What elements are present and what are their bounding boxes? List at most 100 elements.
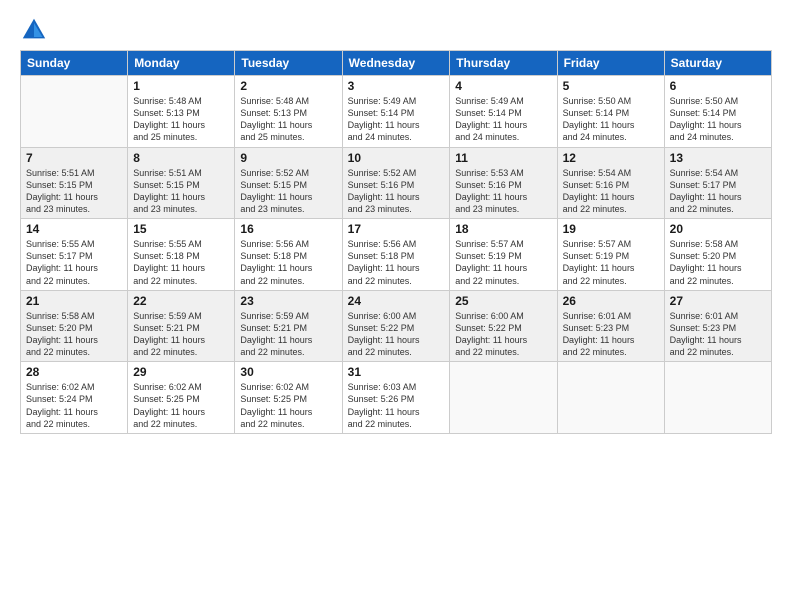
calendar-cell: 16 Sunrise: 5:56 AM Sunset: 5:18 PM Dayli… (235, 219, 342, 291)
calendar-cell: 1 Sunrise: 5:48 AM Sunset: 5:13 PM Daylig… (128, 76, 235, 148)
cell-content: Sunrise: 5:52 AM Sunset: 5:16 PM Dayligh… (348, 167, 445, 216)
day-number: 21 (26, 294, 122, 308)
calendar-cell: 29 Sunrise: 6:02 AM Sunset: 5:25 PM Dayli… (128, 362, 235, 434)
calendar-cell (664, 362, 771, 434)
cell-content: Sunrise: 5:48 AM Sunset: 5:13 PM Dayligh… (133, 95, 229, 144)
day-number: 9 (240, 151, 336, 165)
day-number: 15 (133, 222, 229, 236)
cell-content: Sunrise: 5:54 AM Sunset: 5:16 PM Dayligh… (563, 167, 659, 216)
header (20, 16, 772, 44)
cell-content: Sunrise: 6:00 AM Sunset: 5:22 PM Dayligh… (455, 310, 551, 359)
cell-content: Sunrise: 6:01 AM Sunset: 5:23 PM Dayligh… (563, 310, 659, 359)
calendar-cell: 22Sunrise: 5:59 AM Sunset: 5:21 PM Dayli… (128, 290, 235, 362)
calendar-cell: 6Sunrise: 5:50 AM Sunset: 5:14 PM Daylig… (664, 76, 771, 148)
day-number: 8 (133, 151, 229, 165)
calendar-cell: 18Sunrise: 5:57 AM Sunset: 5:19 PM Dayli… (450, 219, 557, 291)
day-number: 10 (348, 151, 445, 165)
logo (20, 16, 50, 44)
cell-content: Sunrise: 5:51 AM Sunset: 5:15 PM Dayligh… (26, 167, 122, 216)
calendar-cell: 14 Sunrise: 5:55 AM Sunset: 5:17 PM Dayli… (21, 219, 128, 291)
day-number: 3 (348, 79, 445, 93)
calendar-cell: 20Sunrise: 5:58 AM Sunset: 5:20 PM Dayli… (664, 219, 771, 291)
cell-content: Sunrise: 5:51 AM Sunset: 5:15 PM Dayligh… (133, 167, 229, 216)
calendar-cell: 15 Sunrise: 5:55 AM Sunset: 5:18 PM Dayli… (128, 219, 235, 291)
cell-content: Sunrise: 5:50 AM Sunset: 5:14 PM Dayligh… (563, 95, 659, 144)
weekday-header-wednesday: Wednesday (342, 51, 450, 76)
day-number: 1 (133, 79, 229, 93)
weekday-header-friday: Friday (557, 51, 664, 76)
day-number: 4 (455, 79, 551, 93)
weekday-header-sunday: Sunday (21, 51, 128, 76)
cell-content: Sunrise: 6:02 AM Sunset: 5:25 PM Dayligh… (240, 381, 336, 430)
calendar-cell: 24 Sunrise: 6:00 AM Sunset: 5:22 PM Dayli… (342, 290, 450, 362)
calendar-cell: 28 Sunrise: 6:02 AM Sunset: 5:24 PM Dayli… (21, 362, 128, 434)
cell-content: Sunrise: 6:00 AM Sunset: 5:22 PM Dayligh… (348, 310, 445, 359)
calendar-cell: 30 Sunrise: 6:02 AM Sunset: 5:25 PM Dayli… (235, 362, 342, 434)
day-number: 26 (563, 294, 659, 308)
calendar-page: SundayMondayTuesdayWednesdayThursdayFrid… (0, 0, 792, 612)
day-number: 24 (348, 294, 445, 308)
day-number: 25 (455, 294, 551, 308)
calendar-week-row: 1 Sunrise: 5:48 AM Sunset: 5:13 PM Daylig… (21, 76, 772, 148)
day-number: 29 (133, 365, 229, 379)
cell-content: Sunrise: 5:54 AM Sunset: 5:17 PM Dayligh… (670, 167, 766, 216)
cell-content: Sunrise: 5:55 AM Sunset: 5:17 PM Dayligh… (26, 238, 122, 287)
cell-content: Sunrise: 5:56 AM Sunset: 5:18 PM Dayligh… (240, 238, 336, 287)
cell-content: Sunrise: 5:50 AM Sunset: 5:14 PM Dayligh… (670, 95, 766, 144)
day-number: 11 (455, 151, 551, 165)
calendar-cell: 27 Sunrise: 6:01 AM Sunset: 5:23 PM Dayli… (664, 290, 771, 362)
day-number: 19 (563, 222, 659, 236)
calendar-cell: 21 Sunrise: 5:58 AM Sunset: 5:20 PM Dayli… (21, 290, 128, 362)
weekday-header-saturday: Saturday (664, 51, 771, 76)
calendar-cell: 5 Sunrise: 5:50 AM Sunset: 5:14 PM Daylig… (557, 76, 664, 148)
calendar-cell (21, 76, 128, 148)
day-number: 5 (563, 79, 659, 93)
calendar-cell: 12 Sunrise: 5:54 AM Sunset: 5:16 PM Dayli… (557, 147, 664, 219)
day-number: 23 (240, 294, 336, 308)
day-number: 16 (240, 222, 336, 236)
calendar-cell: 19 Sunrise: 5:57 AM Sunset: 5:19 PM Dayli… (557, 219, 664, 291)
cell-content: Sunrise: 5:58 AM Sunset: 5:20 PM Dayligh… (670, 238, 766, 287)
cell-content: Sunrise: 6:02 AM Sunset: 5:25 PM Dayligh… (133, 381, 229, 430)
weekday-header-tuesday: Tuesday (235, 51, 342, 76)
calendar-cell: 7 Sunrise: 5:51 AM Sunset: 5:15 PM Daylig… (21, 147, 128, 219)
cell-content: Sunrise: 5:55 AM Sunset: 5:18 PM Dayligh… (133, 238, 229, 287)
day-number: 28 (26, 365, 122, 379)
cell-content: Sunrise: 5:49 AM Sunset: 5:14 PM Dayligh… (348, 95, 445, 144)
cell-content: Sunrise: 5:59 AM Sunset: 5:21 PM Dayligh… (240, 310, 336, 359)
calendar-cell: 11 Sunrise: 5:53 AM Sunset: 5:16 PM Dayli… (450, 147, 557, 219)
logo-icon (20, 16, 48, 44)
cell-content: Sunrise: 5:57 AM Sunset: 5:19 PM Dayligh… (563, 238, 659, 287)
cell-content: Sunrise: 5:48 AM Sunset: 5:13 PM Dayligh… (240, 95, 336, 144)
calendar-cell (557, 362, 664, 434)
calendar-week-row: 21 Sunrise: 5:58 AM Sunset: 5:20 PM Dayli… (21, 290, 772, 362)
day-number: 14 (26, 222, 122, 236)
calendar-cell: 10 Sunrise: 5:52 AM Sunset: 5:16 PM Dayli… (342, 147, 450, 219)
day-number: 27 (670, 294, 766, 308)
calendar-cell: 3 Sunrise: 5:49 AM Sunset: 5:14 PM Daylig… (342, 76, 450, 148)
weekday-header-monday: Monday (128, 51, 235, 76)
day-number: 13 (670, 151, 766, 165)
day-number: 30 (240, 365, 336, 379)
day-number: 7 (26, 151, 122, 165)
cell-content: Sunrise: 5:53 AM Sunset: 5:16 PM Dayligh… (455, 167, 551, 216)
calendar-cell: 4Sunrise: 5:49 AM Sunset: 5:14 PM Daylig… (450, 76, 557, 148)
calendar-cell: 23 Sunrise: 5:59 AM Sunset: 5:21 PM Dayli… (235, 290, 342, 362)
calendar-week-row: 7 Sunrise: 5:51 AM Sunset: 5:15 PM Daylig… (21, 147, 772, 219)
cell-content: Sunrise: 5:52 AM Sunset: 5:15 PM Dayligh… (240, 167, 336, 216)
calendar-cell (450, 362, 557, 434)
day-number: 17 (348, 222, 445, 236)
day-number: 31 (348, 365, 445, 379)
day-number: 12 (563, 151, 659, 165)
cell-content: Sunrise: 5:58 AM Sunset: 5:20 PM Dayligh… (26, 310, 122, 359)
calendar-week-row: 28 Sunrise: 6:02 AM Sunset: 5:24 PM Dayli… (21, 362, 772, 434)
weekday-header-row: SundayMondayTuesdayWednesdayThursdayFrid… (21, 51, 772, 76)
cell-content: Sunrise: 5:56 AM Sunset: 5:18 PM Dayligh… (348, 238, 445, 287)
cell-content: Sunrise: 6:01 AM Sunset: 5:23 PM Dayligh… (670, 310, 766, 359)
cell-content: Sunrise: 6:02 AM Sunset: 5:24 PM Dayligh… (26, 381, 122, 430)
calendar-cell: 13 Sunrise: 5:54 AM Sunset: 5:17 PM Dayli… (664, 147, 771, 219)
cell-content: Sunrise: 6:03 AM Sunset: 5:26 PM Dayligh… (348, 381, 445, 430)
day-number: 18 (455, 222, 551, 236)
calendar-week-row: 14 Sunrise: 5:55 AM Sunset: 5:17 PM Dayli… (21, 219, 772, 291)
calendar-cell: 8 Sunrise: 5:51 AM Sunset: 5:15 PM Daylig… (128, 147, 235, 219)
